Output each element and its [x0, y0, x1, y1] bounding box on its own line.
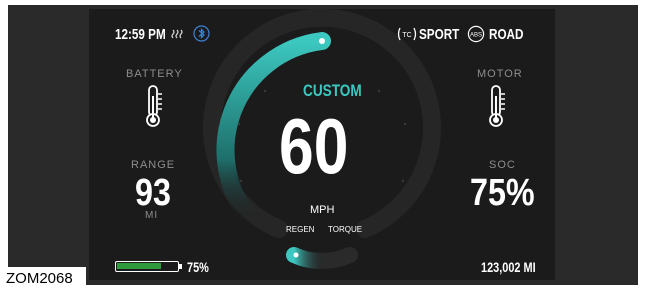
bluetooth-icon [193, 25, 210, 47]
dashboard-display: 12:59 PM TC SPORT ABS ROAD BATTERY RANGE… [89, 9, 555, 280]
regen-dot [293, 252, 299, 258]
speed-unit: MPH [310, 204, 335, 216]
traction-control-icon: TC [397, 25, 417, 48]
soc-value: 75% [470, 172, 535, 214]
odometer: 123,002 MI [481, 259, 536, 275]
battery-percent: 75% [187, 259, 209, 275]
svg-text:ABS: ABS [470, 33, 482, 39]
battery-label: BATTERY [126, 68, 183, 80]
battery-gauge-bar [115, 261, 179, 272]
soc-label: SOC [489, 159, 516, 171]
range-label: RANGE [131, 159, 176, 171]
speed-value: 60 [279, 102, 349, 190]
seat-heat-icon [171, 27, 185, 46]
battery-gauge-fill [117, 263, 161, 269]
drive-mode-label: CUSTOM [303, 81, 362, 100]
regen-arc [286, 247, 333, 270]
abs-icon: ABS [467, 25, 485, 48]
gauge-needle-dot [319, 38, 325, 44]
traction-mode-label: SPORT [419, 26, 460, 43]
torque-label: TORQUE [328, 225, 363, 234]
abs-mode-label: ROAD [489, 26, 524, 43]
battery-thermometer-icon [144, 84, 164, 133]
clock-time: 12:59 PM [115, 26, 166, 43]
svg-text:TC: TC [402, 32, 411, 39]
figure-code: ZOM2068 [0, 267, 86, 290]
range-value: 93 [135, 172, 171, 214]
battery-gauge-tip [179, 264, 182, 269]
regen-label: REGEN [286, 225, 315, 234]
motor-label: MOTOR [477, 68, 523, 80]
motor-thermometer-icon [487, 84, 507, 133]
range-unit: MI [145, 210, 159, 221]
